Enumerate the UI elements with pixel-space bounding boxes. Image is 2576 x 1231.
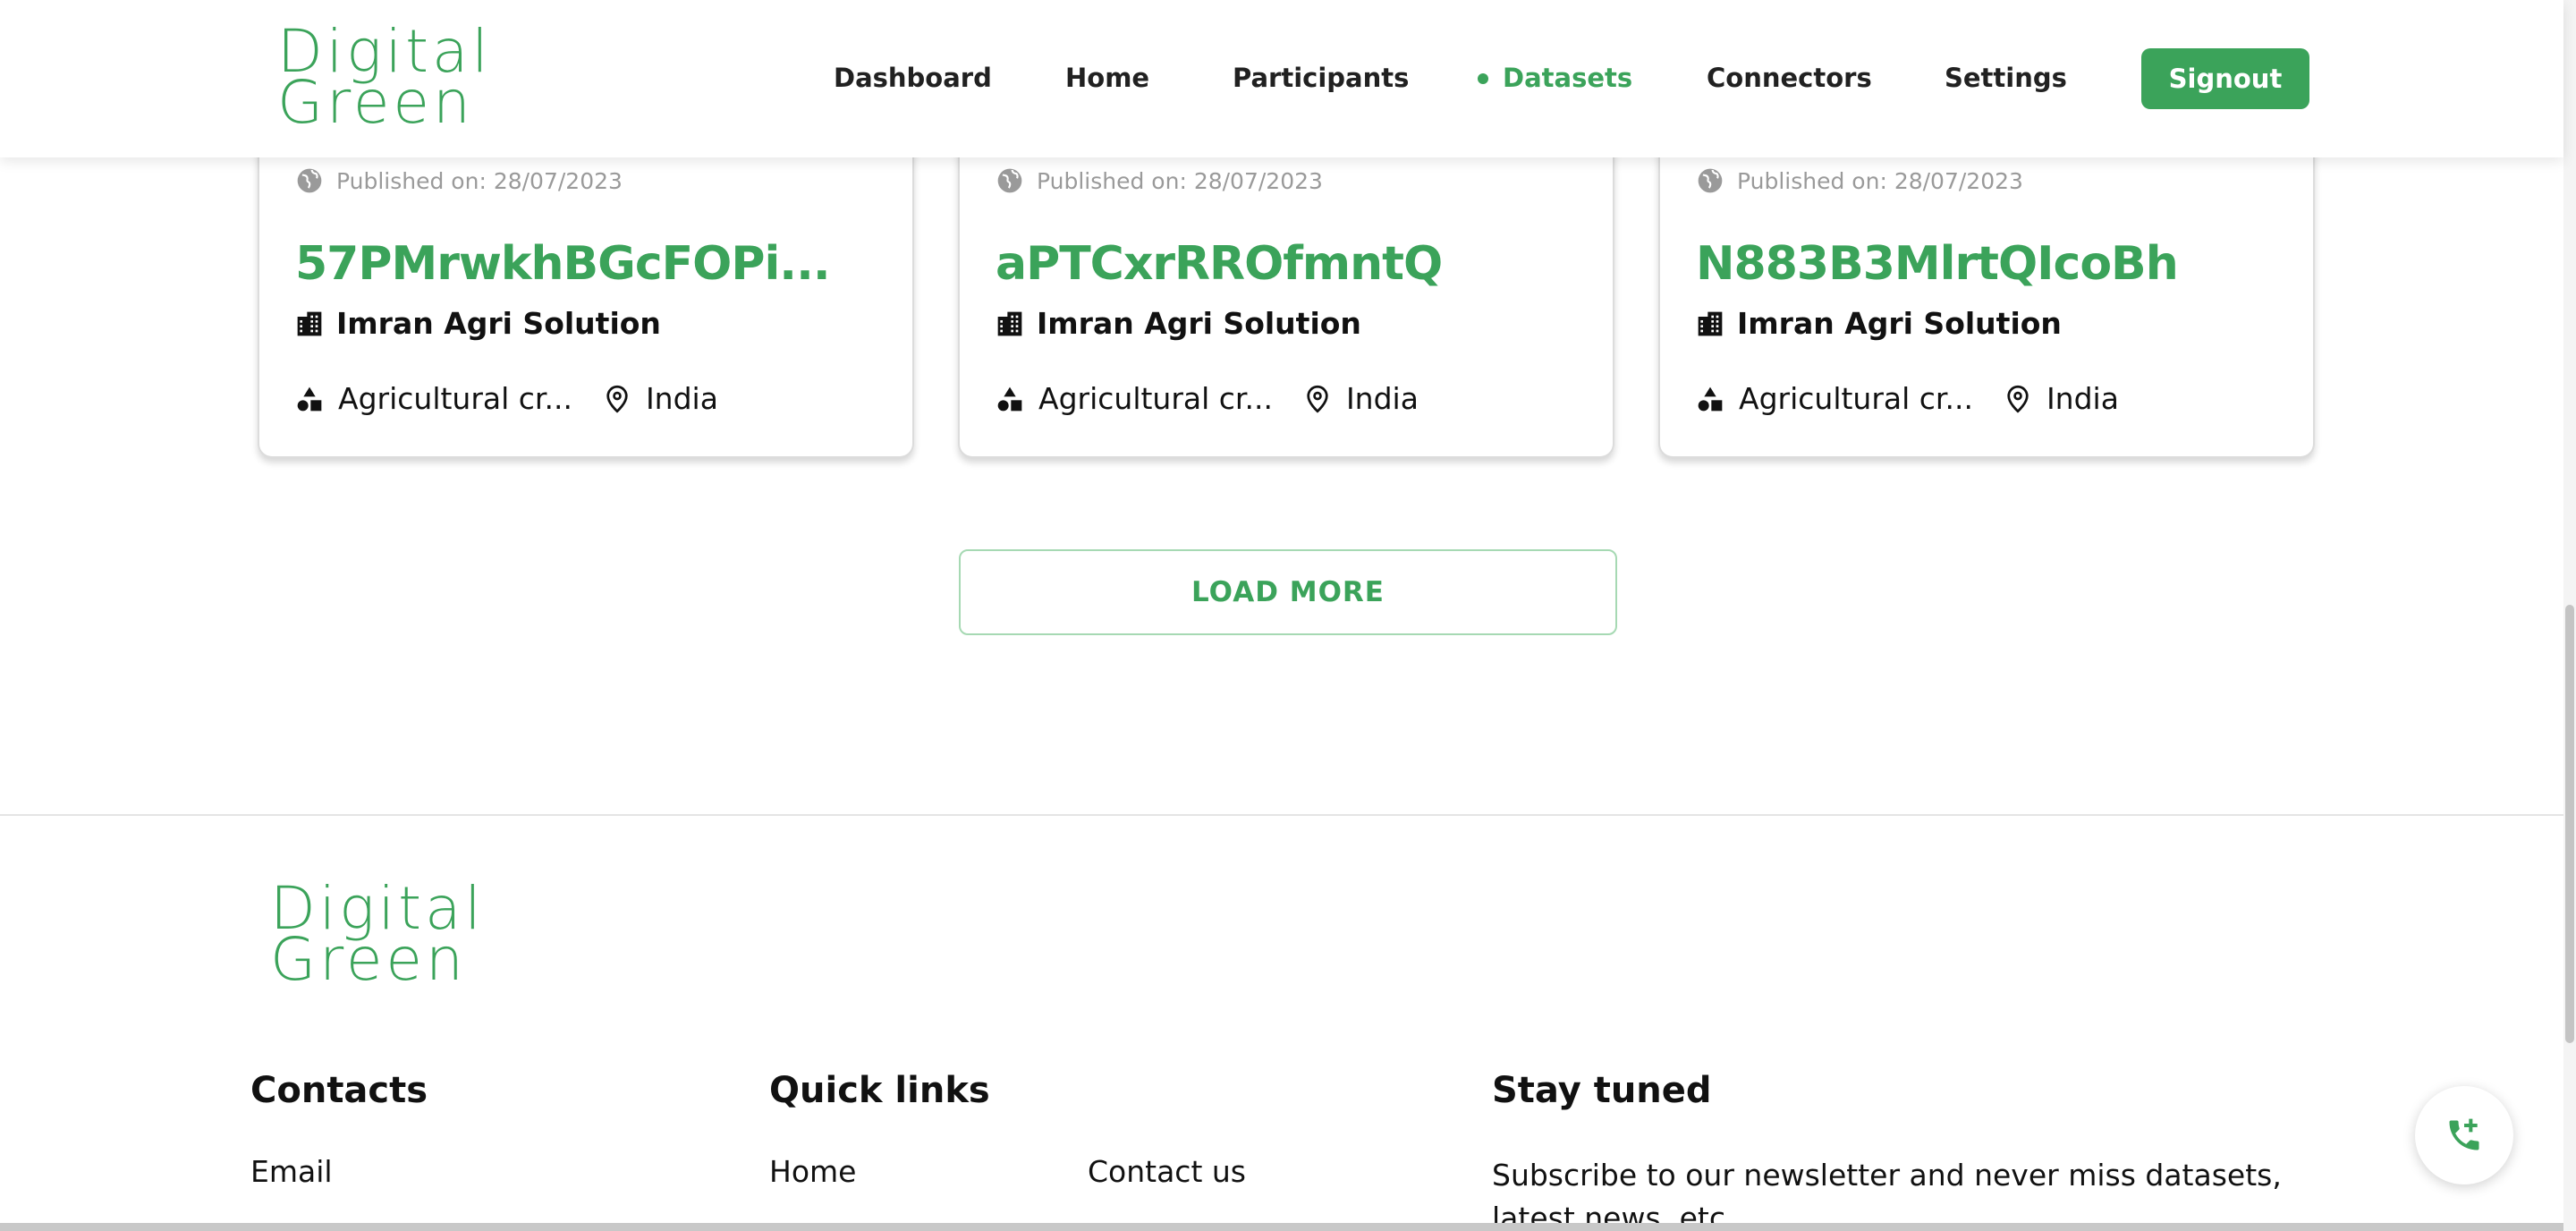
organization-name: Imran Agri Solution bbox=[336, 306, 661, 341]
location-label: India bbox=[1345, 381, 1419, 416]
newsletter-text: Subscribe to our newsletter and never mi… bbox=[1492, 1158, 2282, 1231]
horizontal-scrollbar[interactable] bbox=[0, 1223, 2563, 1231]
signout-button[interactable]: Signout bbox=[2141, 48, 2309, 109]
published-date: Published on: 28/07/2023 bbox=[1037, 167, 1323, 194]
footer-logo[interactable]: Digital Green bbox=[270, 879, 485, 989]
published-date: Published on: 28/07/2023 bbox=[1737, 167, 2023, 194]
organization-name: Imran Agri Solution bbox=[1737, 306, 2062, 341]
globe-icon bbox=[297, 168, 322, 193]
header-logo[interactable]: Digital Green bbox=[277, 22, 492, 132]
scrollbar-thumb[interactable] bbox=[2565, 605, 2574, 1043]
dataset-card[interactable]: Published on: 28/07/2023 aPTCxrRROfmntQ … bbox=[958, 107, 1614, 458]
shapes-icon bbox=[297, 386, 322, 411]
category-label: Agricultural cr... bbox=[1038, 381, 1273, 416]
email-label: Email bbox=[250, 1154, 333, 1189]
location-label: India bbox=[2046, 381, 2119, 416]
nav-settings[interactable]: Settings bbox=[1945, 63, 2067, 93]
quick-links-heading: Quick links bbox=[769, 1070, 990, 1111]
nav-participants[interactable]: Participants bbox=[1233, 63, 1409, 93]
category-label: Agricultural cr... bbox=[338, 381, 572, 416]
vertical-scrollbar[interactable] bbox=[2563, 0, 2576, 1231]
dataset-title[interactable]: N883B3MlrtQIcoBh bbox=[1696, 237, 2179, 291]
shapes-icon bbox=[1698, 386, 1723, 411]
dataset-card[interactable]: Published on: 28/07/2023 N883B3MlrtQIcoB… bbox=[1658, 107, 2315, 458]
nav-dashboard[interactable]: Dashboard bbox=[834, 63, 992, 93]
location-pin-icon bbox=[2007, 385, 2029, 413]
building-icon bbox=[1698, 311, 1723, 335]
dataset-card[interactable]: Published on: 28/07/2023 57PMrwkhBGcFOPi… bbox=[258, 107, 914, 458]
nav-datasets[interactable]: Datasets bbox=[1503, 63, 1632, 93]
location-pin-icon bbox=[606, 385, 628, 413]
contacts-heading: Contacts bbox=[250, 1070, 428, 1111]
dataset-title[interactable]: aPTCxrRROfmntQ bbox=[996, 237, 1443, 291]
dataset-title[interactable]: 57PMrwkhBGcFOPi... bbox=[295, 237, 831, 291]
globe-icon bbox=[997, 168, 1022, 193]
nav-home[interactable]: Home bbox=[1065, 63, 1149, 93]
organization-name: Imran Agri Solution bbox=[1037, 306, 1361, 341]
category-label: Agricultural cr... bbox=[1739, 381, 1973, 416]
building-icon bbox=[997, 311, 1022, 335]
published-date: Published on: 28/07/2023 bbox=[336, 167, 623, 194]
building-icon bbox=[297, 311, 322, 335]
globe-icon bbox=[1698, 168, 1723, 193]
footer-link-home[interactable]: Home bbox=[769, 1154, 856, 1189]
active-nav-indicator bbox=[1478, 73, 1488, 84]
stay-tuned-heading: Stay tuned bbox=[1492, 1070, 1712, 1111]
load-more-button[interactable]: LOAD MORE bbox=[959, 549, 1617, 635]
location-pin-icon bbox=[1307, 385, 1328, 413]
shapes-icon bbox=[997, 386, 1022, 411]
footer-link-contact-us[interactable]: Contact us bbox=[1088, 1154, 1246, 1189]
nav-connectors[interactable]: Connectors bbox=[1707, 63, 1872, 93]
footer-divider bbox=[0, 814, 2563, 816]
location-label: India bbox=[645, 381, 718, 416]
call-button[interactable] bbox=[2415, 1086, 2513, 1184]
top-navbar: Digital Green Dashboard Home Participant… bbox=[0, 0, 2563, 157]
phone-add-icon bbox=[2449, 1118, 2479, 1150]
